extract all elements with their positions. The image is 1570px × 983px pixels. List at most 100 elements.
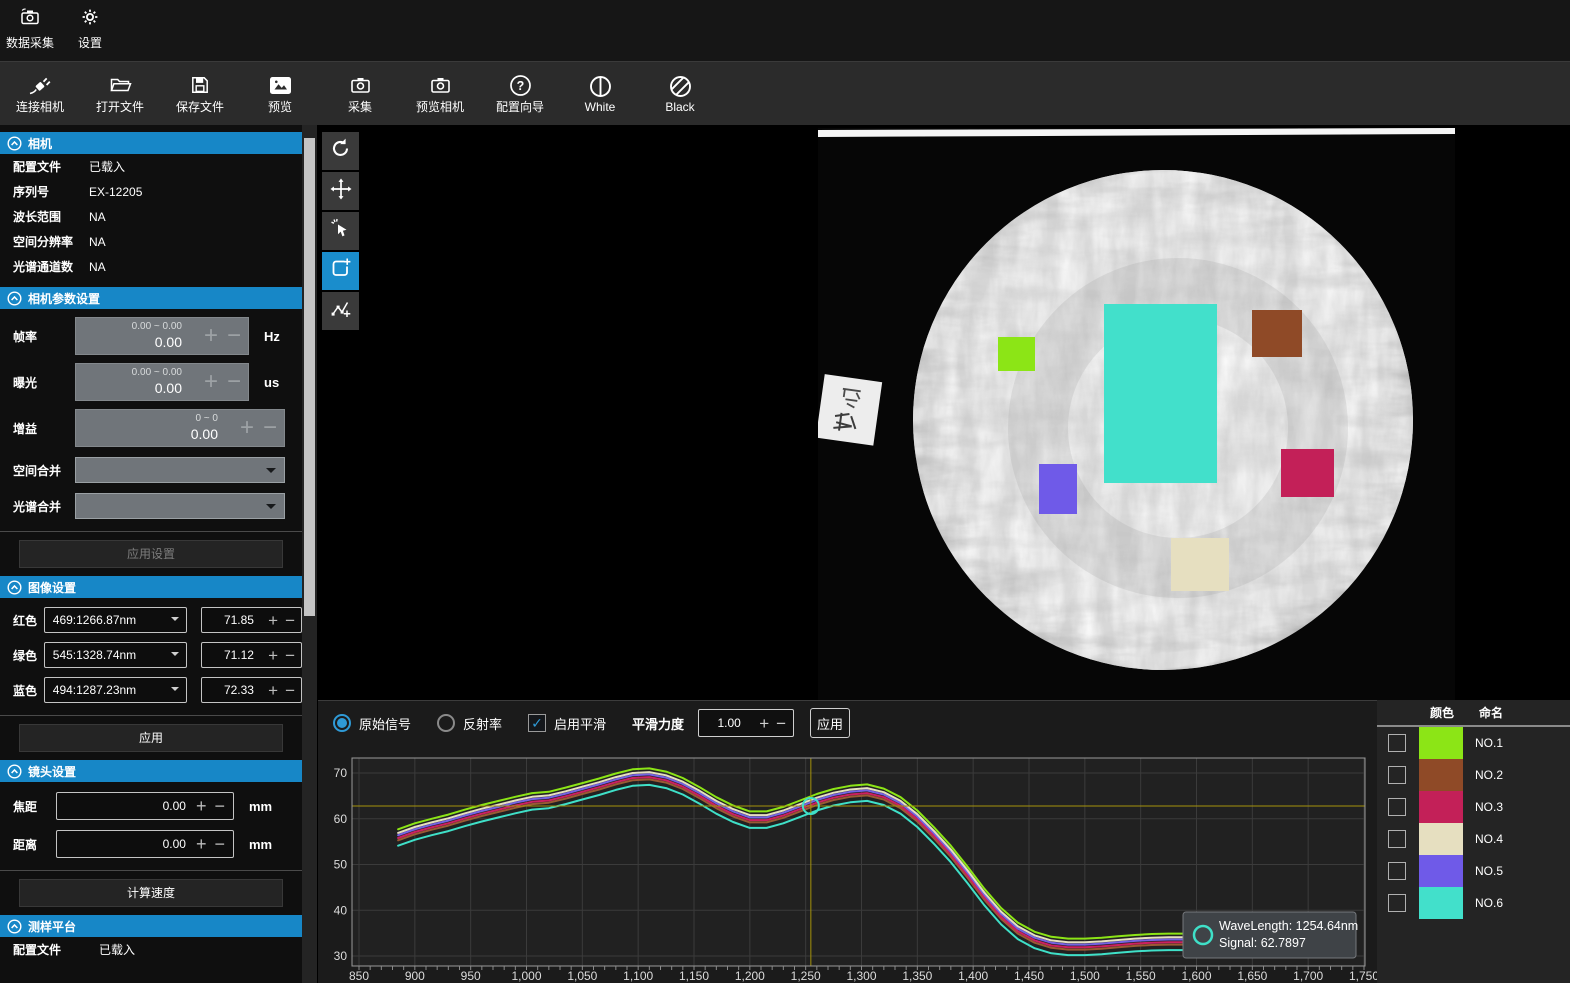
apply-settings-button[interactable]: 应用设置 bbox=[19, 540, 283, 568]
decrement-button[interactable]: − bbox=[263, 416, 277, 440]
roi-rect-no3[interactable] bbox=[1281, 449, 1334, 497]
decrement-button[interactable]: − bbox=[227, 324, 241, 348]
tab-label: 数据采集 bbox=[6, 34, 54, 51]
roi-rect-no2[interactable] bbox=[1252, 310, 1302, 357]
raw-signal-radio[interactable] bbox=[333, 714, 351, 732]
panel-header-sample-stage[interactable]: 测样平台 bbox=[0, 915, 302, 937]
x-tick-label: 1,000 bbox=[511, 969, 541, 983]
spectral-binning-dropdown[interactable] bbox=[75, 493, 285, 519]
toolbar-item-9[interactable]: Black bbox=[640, 75, 720, 114]
toolbar-item-7[interactable]: ?配置向导 bbox=[480, 73, 560, 115]
decrement-button[interactable]: − bbox=[214, 835, 225, 853]
panel-title: 测样平台 bbox=[28, 918, 76, 935]
red-band-dropdown[interactable]: 469:1266.87nm bbox=[44, 607, 187, 633]
gain-input[interactable]: 0 ~ 0 0.00 +− bbox=[75, 409, 285, 447]
panel-header-lens-settings[interactable]: 镜头设置 bbox=[0, 760, 302, 782]
curve-points-tool-button[interactable] bbox=[322, 292, 359, 330]
tooltip-wavelength: WaveLength: 1254.64nm bbox=[1219, 919, 1358, 933]
legend-row-no4[interactable]: NO.4 bbox=[1377, 823, 1570, 855]
legend-row-no3[interactable]: NO.3 bbox=[1377, 791, 1570, 823]
capture-camera-icon bbox=[20, 7, 40, 32]
legend-row-no2[interactable]: NO.2 bbox=[1377, 759, 1570, 791]
toolbar-item-5[interactable]: 采集 bbox=[320, 73, 400, 115]
toolbar-item-1[interactable]: 连接相机 bbox=[0, 73, 80, 115]
panel-header-camera[interactable]: 相机 bbox=[0, 132, 302, 154]
increment-button[interactable]: + bbox=[196, 797, 207, 815]
toolbar-item-label: 连接相机 bbox=[16, 98, 64, 115]
pick-cursor-tool-button[interactable] bbox=[322, 212, 359, 250]
roi-visibility-checkbox[interactable] bbox=[1388, 894, 1406, 912]
frame-rate-input[interactable]: 0.00 ~ 0.00 0.00 +− bbox=[75, 317, 249, 355]
decrement-button[interactable]: − bbox=[776, 715, 786, 732]
roi-rect-no4[interactable] bbox=[1171, 538, 1229, 591]
legend-row-no1[interactable]: NO.1 bbox=[1377, 727, 1570, 759]
exposure-input[interactable]: 0.00 ~ 0.00 0.00 +− bbox=[75, 363, 249, 401]
decrement-button[interactable]: − bbox=[285, 647, 295, 664]
roi-visibility-checkbox[interactable] bbox=[1388, 862, 1406, 880]
panel-header-image-settings[interactable]: 图像设置 bbox=[0, 576, 302, 598]
pan-move-icon bbox=[330, 178, 352, 205]
roi-rect-tool-button[interactable] bbox=[322, 252, 359, 290]
camera-icon bbox=[350, 73, 371, 97]
roi-visibility-checkbox[interactable] bbox=[1388, 766, 1406, 784]
toolbar-item-6[interactable]: 预览相机 bbox=[400, 73, 480, 115]
toolbar-item-2[interactable]: 打开文件 bbox=[80, 73, 160, 115]
roi-rect-no1[interactable] bbox=[998, 337, 1035, 371]
increment-button[interactable]: + bbox=[196, 835, 207, 853]
smooth-apply-button[interactable]: 应用 bbox=[810, 708, 850, 738]
toolbar-item-3[interactable]: 保存文件 bbox=[160, 73, 240, 115]
toolbar-item-8[interactable]: White bbox=[560, 75, 640, 114]
spatial-binning-dropdown[interactable] bbox=[75, 457, 285, 483]
increment-button[interactable]: + bbox=[268, 612, 278, 629]
decrement-button[interactable]: − bbox=[214, 797, 225, 815]
increment-button[interactable]: + bbox=[240, 416, 254, 440]
decrement-button[interactable]: − bbox=[285, 682, 295, 699]
image-viewport[interactable] bbox=[317, 125, 1570, 700]
enable-smooth-checkbox[interactable]: ✓ bbox=[528, 714, 546, 732]
blue-gain-input[interactable]: 72.33+− bbox=[201, 677, 302, 703]
apply-image-button[interactable]: 应用 bbox=[19, 724, 283, 752]
toolbar-item-label: 配置向导 bbox=[496, 98, 544, 115]
increment-button[interactable]: + bbox=[204, 370, 218, 394]
roi-visibility-checkbox[interactable] bbox=[1388, 734, 1406, 752]
decrement-button[interactable]: − bbox=[227, 370, 241, 394]
distance-input[interactable]: 0.00+− bbox=[56, 830, 234, 858]
decrement-button[interactable]: − bbox=[285, 612, 295, 629]
tab-data-acquisition[interactable]: 数据采集 bbox=[0, 1, 60, 58]
x-tick-label: 1,700 bbox=[1293, 969, 1323, 983]
top-tab-bar: 数据采集 设置 bbox=[0, 0, 1570, 58]
reflectance-radio[interactable] bbox=[437, 714, 455, 732]
increment-button[interactable]: + bbox=[204, 324, 218, 348]
toolbar-item-4[interactable]: 预览 bbox=[240, 73, 320, 115]
calc-speed-button[interactable]: 计算速度 bbox=[19, 879, 283, 907]
increment-button[interactable]: + bbox=[759, 715, 769, 732]
viewer-toolstrip bbox=[322, 132, 359, 332]
blue-band-dropdown[interactable]: 494:1287.23nm bbox=[44, 677, 187, 703]
roi-visibility-checkbox[interactable] bbox=[1388, 798, 1406, 816]
pan-move-tool-button[interactable] bbox=[322, 172, 359, 210]
focal-length-row: 焦距0.00+−mm bbox=[13, 792, 302, 820]
focal-length-input[interactable]: 0.00+− bbox=[56, 792, 234, 820]
channel-label: 蓝色 bbox=[13, 682, 44, 699]
exposure-row: 曝光 0.00 ~ 0.00 0.00 +− us bbox=[13, 363, 302, 401]
tab-settings[interactable]: 设置 bbox=[60, 1, 120, 58]
legend-row-no5[interactable]: NO.5 bbox=[1377, 855, 1570, 887]
scrollbar-thumb[interactable] bbox=[304, 138, 315, 616]
gain-value: 71.12 bbox=[202, 648, 268, 662]
legend-row-no6[interactable]: NO.6 bbox=[1377, 887, 1570, 919]
roi-visibility-checkbox[interactable] bbox=[1388, 830, 1406, 848]
increment-button[interactable]: + bbox=[268, 647, 278, 664]
increment-button[interactable]: + bbox=[268, 682, 278, 699]
stage-config-row: 配置文件 已载入 bbox=[0, 937, 302, 962]
smooth-strength-input[interactable]: 1.00 +− bbox=[698, 709, 794, 737]
roi-rect-no5[interactable] bbox=[1039, 464, 1077, 514]
panel-header-camera-params[interactable]: 相机参数设置 bbox=[0, 287, 302, 309]
toolbar-item-label: 预览 bbox=[268, 98, 292, 115]
green-gain-input[interactable]: 71.12+− bbox=[201, 642, 302, 668]
refresh-tool-button[interactable] bbox=[322, 132, 359, 170]
roi-rect-no6[interactable] bbox=[1104, 304, 1217, 483]
red-gain-input[interactable]: 71.85+− bbox=[201, 607, 302, 633]
gear-icon bbox=[80, 7, 100, 32]
sidebar-scrollbar[interactable] bbox=[302, 125, 317, 983]
green-band-dropdown[interactable]: 545:1328.74nm bbox=[44, 642, 187, 668]
